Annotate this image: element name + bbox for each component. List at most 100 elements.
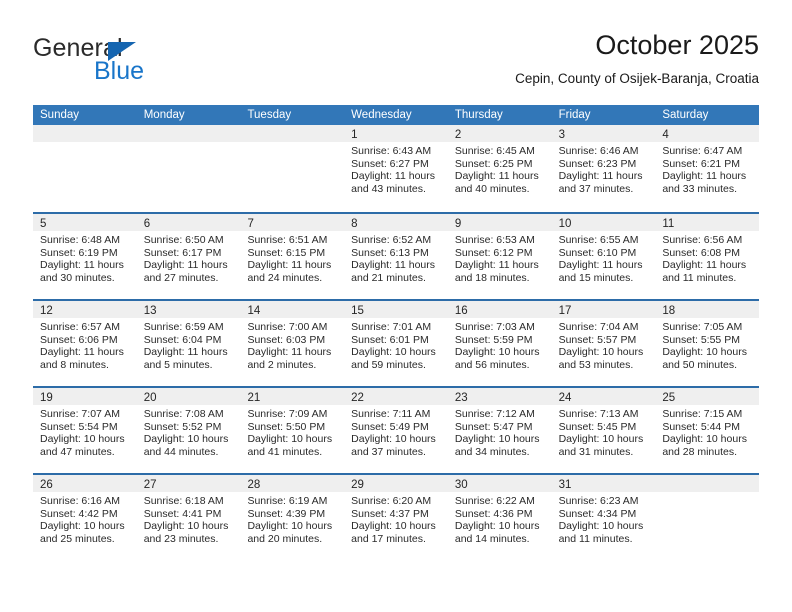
day-details: Sunrise: 7:12 AM Sunset: 5:47 PM Dayligh… <box>448 405 552 458</box>
day-cell[interactable]: 10 Sunrise: 6:55 AM Sunset: 6:10 PM Dayl… <box>551 214 656 299</box>
day-cell[interactable]: 22 Sunrise: 7:11 AM Sunset: 5:49 PM Dayl… <box>344 388 448 473</box>
day-cell[interactable]: 18 Sunrise: 7:05 AM Sunset: 5:55 PM Dayl… <box>655 301 760 386</box>
day-number: 1 <box>351 129 358 141</box>
day-number-band: 28 <box>240 475 345 492</box>
day-cell[interactable]: 31 Sunrise: 6:23 AM Sunset: 4:34 PM Dayl… <box>551 475 656 560</box>
day-number-band: 8 <box>344 214 448 231</box>
daylight-text-line2: and 24 minutes. <box>247 271 323 284</box>
day-number: 10 <box>558 218 572 230</box>
weekday-header-sunday: Sunday <box>40 109 80 121</box>
day-details: Sunrise: 6:23 AM Sunset: 4:34 PM Dayligh… <box>552 492 656 545</box>
sunset-text: Sunset: 6:15 PM <box>247 246 326 259</box>
day-number-band: 23 <box>447 388 552 405</box>
day-number: 21 <box>247 392 261 404</box>
daylight-text-line1: Daylight: 10 hours <box>247 433 333 446</box>
day-cell[interactable]: 21 Sunrise: 7:09 AM Sunset: 5:50 PM Dayl… <box>240 388 345 473</box>
daylight-text-line1: Daylight: 11 hours <box>143 346 228 359</box>
day-cell[interactable]: 25 Sunrise: 7:15 AM Sunset: 5:44 PM Dayl… <box>655 388 760 473</box>
daylight-text-line2: and 53 minutes. <box>558 358 634 371</box>
day-details: Sunrise: 7:11 AM Sunset: 5:49 PM Dayligh… <box>344 405 448 458</box>
general-blue-logo[interactable]: General Blue <box>33 34 253 94</box>
day-cell[interactable] <box>655 475 760 560</box>
day-cell[interactable]: 3 Sunrise: 6:46 AM Sunset: 6:23 PM Dayli… <box>551 125 656 212</box>
day-cell[interactable]: 20 Sunrise: 7:08 AM Sunset: 5:52 PM Dayl… <box>136 388 241 473</box>
day-cell[interactable]: 2 Sunrise: 6:45 AM Sunset: 6:25 PM Dayli… <box>447 125 552 212</box>
day-cell[interactable]: 15 Sunrise: 7:01 AM Sunset: 6:01 PM Dayl… <box>344 301 448 386</box>
day-cell[interactable]: 5 Sunrise: 6:48 AM Sunset: 6:19 PM Dayli… <box>33 214 137 299</box>
day-cell[interactable]: 12 Sunrise: 6:57 AM Sunset: 6:06 PM Dayl… <box>33 301 137 386</box>
sunrise-text: Sunrise: 7:12 AM <box>454 408 535 420</box>
day-number: 16 <box>454 305 468 317</box>
day-number: 13 <box>143 305 157 317</box>
day-number: 27 <box>143 479 157 491</box>
day-cell[interactable]: 7 Sunrise: 6:51 AM Sunset: 6:15 PM Dayli… <box>240 214 345 299</box>
sunrise-text: Sunrise: 6:55 AM <box>558 234 639 246</box>
weekday-header-monday: Monday <box>143 109 185 121</box>
sunset-text: Sunset: 5:44 PM <box>662 420 740 433</box>
day-cell[interactable]: 27 Sunrise: 6:18 AM Sunset: 4:41 PM Dayl… <box>136 475 241 560</box>
day-cell[interactable] <box>240 125 345 212</box>
sunset-text: Sunset: 6:03 PM <box>247 333 326 346</box>
day-details <box>655 492 759 495</box>
day-details <box>240 142 344 145</box>
day-number-band: 1 <box>344 125 448 142</box>
daylight-text-line2: and 11 minutes. <box>662 271 737 284</box>
sunset-text: Sunset: 6:04 PM <box>143 333 222 346</box>
day-cell[interactable]: 8 Sunrise: 6:52 AM Sunset: 6:13 PM Dayli… <box>344 214 448 299</box>
day-details: Sunrise: 6:50 AM Sunset: 6:17 PM Dayligh… <box>137 231 241 284</box>
day-number: 20 <box>143 392 157 404</box>
day-cell[interactable]: 6 Sunrise: 6:50 AM Sunset: 6:17 PM Dayli… <box>136 214 241 299</box>
day-cell[interactable]: 13 Sunrise: 6:59 AM Sunset: 6:04 PM Dayl… <box>136 301 241 386</box>
day-cell[interactable]: 9 Sunrise: 6:53 AM Sunset: 6:12 PM Dayli… <box>447 214 552 299</box>
day-cell[interactable]: 1 Sunrise: 6:43 AM Sunset: 6:27 PM Dayli… <box>344 125 448 212</box>
day-details: Sunrise: 6:59 AM Sunset: 6:04 PM Dayligh… <box>137 318 241 371</box>
daylight-text-line1: Daylight: 10 hours <box>351 433 436 446</box>
sunrise-text: Sunrise: 6:22 AM <box>454 495 535 507</box>
day-number: 23 <box>454 392 468 404</box>
day-cell[interactable]: 28 Sunrise: 6:19 AM Sunset: 4:39 PM Dayl… <box>240 475 345 560</box>
calendar-week-row: 5 Sunrise: 6:48 AM Sunset: 6:19 PM Dayli… <box>33 212 760 299</box>
page-header: General Blue October 2025 Cepin, County … <box>33 28 759 98</box>
daylight-text-line1: Daylight: 10 hours <box>454 433 540 446</box>
sunrise-text: Sunrise: 6:50 AM <box>143 234 224 246</box>
day-details: Sunrise: 7:01 AM Sunset: 6:01 PM Dayligh… <box>344 318 448 371</box>
day-cell[interactable] <box>136 125 241 212</box>
sunset-text: Sunset: 5:45 PM <box>558 420 637 433</box>
day-cell[interactable]: 23 Sunrise: 7:12 AM Sunset: 5:47 PM Dayl… <box>447 388 552 473</box>
daylight-text-line1: Daylight: 11 hours <box>143 259 228 272</box>
sunrise-text: Sunrise: 7:00 AM <box>247 321 328 333</box>
daylight-text-line1: Daylight: 10 hours <box>454 520 540 533</box>
day-number-band <box>136 125 241 142</box>
day-cell[interactable]: 14 Sunrise: 7:00 AM Sunset: 6:03 PM Dayl… <box>240 301 345 386</box>
weekday-header-row: Sunday Monday Tuesday Wednesday Thursday… <box>33 105 759 125</box>
day-number-band: 16 <box>447 301 552 318</box>
weekday-header-tuesday: Tuesday <box>247 109 292 121</box>
daylight-text-line2: and 47 minutes. <box>40 445 115 458</box>
day-cell[interactable]: 16 Sunrise: 7:03 AM Sunset: 5:59 PM Dayl… <box>447 301 552 386</box>
title-block: October 2025 Cepin, County of Osijek-Bar… <box>515 28 759 87</box>
day-cell[interactable] <box>33 125 137 212</box>
sunrise-text: Sunrise: 7:11 AM <box>351 408 431 420</box>
sunset-text: Sunset: 5:50 PM <box>247 420 326 433</box>
day-cell[interactable]: 19 Sunrise: 7:07 AM Sunset: 5:54 PM Dayl… <box>33 388 137 473</box>
day-cell[interactable]: 26 Sunrise: 6:16 AM Sunset: 4:42 PM Dayl… <box>33 475 137 560</box>
sunset-text: Sunset: 6:27 PM <box>351 157 429 170</box>
day-details: Sunrise: 6:18 AM Sunset: 4:41 PM Dayligh… <box>137 492 241 545</box>
day-cell[interactable]: 11 Sunrise: 6:56 AM Sunset: 6:08 PM Dayl… <box>655 214 760 299</box>
day-cell[interactable]: 29 Sunrise: 6:20 AM Sunset: 4:37 PM Dayl… <box>344 475 448 560</box>
day-details: Sunrise: 7:13 AM Sunset: 5:45 PM Dayligh… <box>552 405 656 458</box>
day-cell[interactable]: 17 Sunrise: 7:04 AM Sunset: 5:57 PM Dayl… <box>551 301 656 386</box>
sunset-text: Sunset: 4:36 PM <box>454 507 533 520</box>
day-cell[interactable]: 24 Sunrise: 7:13 AM Sunset: 5:45 PM Dayl… <box>551 388 656 473</box>
logo-text-blue: Blue <box>94 57 145 85</box>
daylight-text-line2: and 21 minutes. <box>351 271 426 284</box>
weekday-header-saturday: Saturday <box>662 109 709 121</box>
day-cell[interactable]: 4 Sunrise: 6:47 AM Sunset: 6:21 PM Dayli… <box>655 125 760 212</box>
sunset-text: Sunset: 5:47 PM <box>454 420 533 433</box>
sunrise-text: Sunrise: 6:59 AM <box>143 321 224 333</box>
day-number-band: 12 <box>33 301 137 318</box>
day-cell[interactable]: 30 Sunrise: 6:22 AM Sunset: 4:36 PM Dayl… <box>447 475 552 560</box>
day-details: Sunrise: 7:09 AM Sunset: 5:50 PM Dayligh… <box>240 405 344 458</box>
day-number-band <box>33 125 137 142</box>
day-number: 25 <box>662 392 676 404</box>
